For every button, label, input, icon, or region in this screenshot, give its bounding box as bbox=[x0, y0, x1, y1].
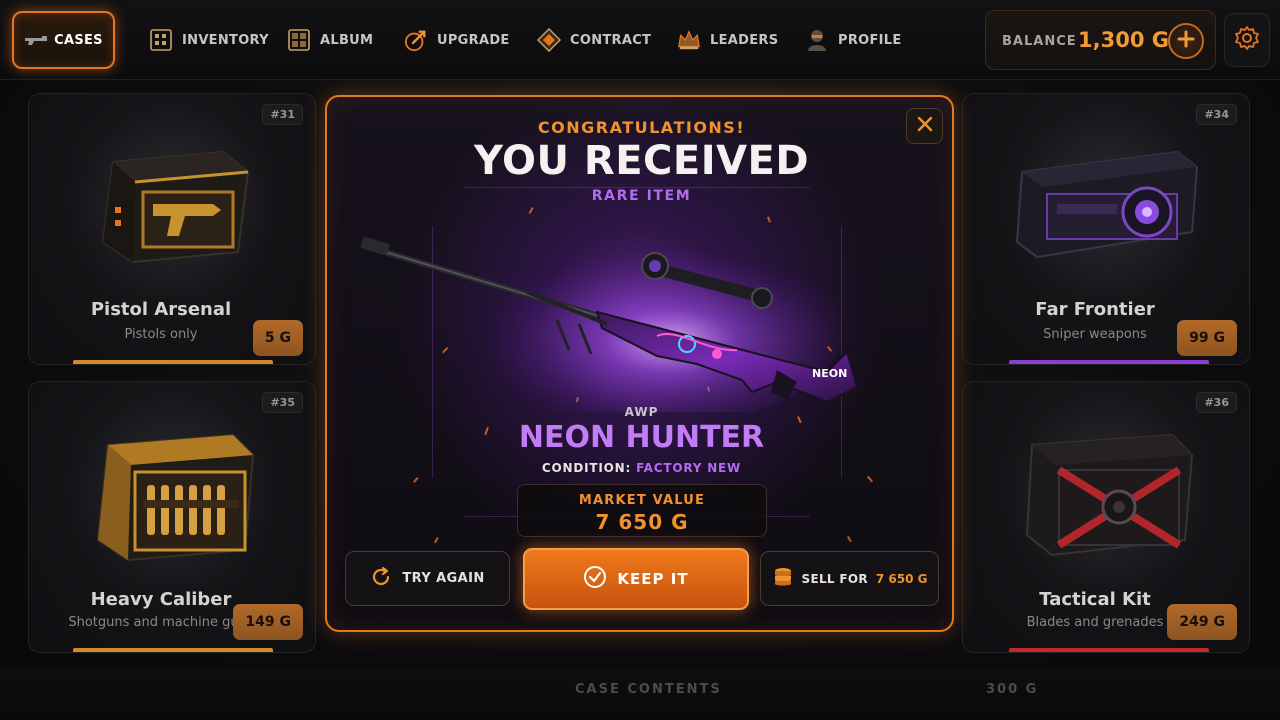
market-value-amount: 7 650 G bbox=[595, 510, 689, 534]
case-rarity-bar bbox=[1009, 360, 1209, 364]
nav-cases-label: CASES bbox=[54, 32, 103, 48]
sell-label: SELL FOR bbox=[801, 571, 868, 586]
case-rarity-bar bbox=[73, 360, 273, 364]
refresh-icon bbox=[370, 566, 392, 592]
rarity-label: RARE ITEM bbox=[591, 188, 692, 204]
album-icon bbox=[287, 28, 311, 52]
case-card-far-frontier[interactable]: #34 Far Frontier Sniper weapons 99 G bbox=[962, 93, 1250, 365]
weapon-type: AWP bbox=[624, 405, 659, 419]
check-circle-icon bbox=[583, 565, 607, 593]
sell-amount: 7 650 G bbox=[875, 571, 928, 586]
case-card-pistol-arsenal[interactable]: #31 Pistol Arsenal Pistols only 5 G bbox=[28, 93, 316, 365]
case-price[interactable]: 99 G bbox=[1177, 320, 1237, 356]
condition-value: FACTORY NEW bbox=[636, 461, 742, 475]
nav-leaders-label: LEADERS bbox=[710, 32, 779, 48]
condition-line: CONDITION: FACTORY NEW bbox=[327, 461, 952, 475]
inventory-icon bbox=[149, 28, 173, 52]
try-again-button[interactable]: TRY AGAIN bbox=[345, 551, 510, 606]
case-card-tactical-kit[interactable]: #36 Tactical Kit Blades and grenades 249… bbox=[962, 381, 1250, 653]
balance-amount: 1,300 G bbox=[1078, 28, 1169, 52]
condition-label: CONDITION: bbox=[541, 461, 632, 475]
case-name: Far Frontier bbox=[1035, 299, 1155, 320]
reward-modal: CONGRATULATIONS! YOU RECEIVED RARE ITEM bbox=[325, 95, 954, 632]
balance-panel: BALANCE 1,300 G bbox=[985, 10, 1216, 70]
case-card-heavy-caliber[interactable]: #35 Heavy Caliber Shotguns and machine g… bbox=[28, 381, 316, 653]
gear-icon bbox=[1234, 25, 1260, 55]
nav-inventory-label: INVENTORY bbox=[182, 32, 269, 48]
pistol-case-image bbox=[101, 150, 250, 264]
case-contents-price: 300 G bbox=[986, 682, 1039, 697]
upgrade-icon bbox=[404, 28, 428, 52]
case-price[interactable]: 5 G bbox=[252, 320, 303, 356]
far-frontier-case-image bbox=[1015, 150, 1199, 259]
case-rarity-bar bbox=[1009, 648, 1209, 652]
skin-tag-label: NEON bbox=[812, 367, 847, 380]
nav-tab-contract[interactable]: CONTRACT bbox=[537, 24, 651, 56]
nav-profile-label: PROFILE bbox=[838, 32, 902, 48]
case-price[interactable]: 149 G bbox=[233, 604, 303, 640]
add-funds-button[interactable] bbox=[1168, 23, 1204, 59]
nav-tab-cases[interactable]: CASES bbox=[12, 11, 115, 69]
nav-tab-album[interactable]: ALBUM bbox=[287, 24, 373, 56]
coins-icon bbox=[772, 566, 794, 592]
market-value-box: MARKET VALUE 7 650 G bbox=[517, 484, 767, 537]
top-nav-bar: CASES INVENTORY ALBUM UPGRADE CONTRACT L… bbox=[0, 0, 1280, 80]
sell-button[interactable]: SELL FOR 7 650 G bbox=[760, 551, 939, 606]
nav-tab-leaders[interactable]: LEADERS bbox=[677, 24, 778, 56]
case-contents-label: CASE CONTENTS bbox=[575, 682, 722, 697]
nav-upgrade-label: UPGRADE bbox=[437, 32, 510, 48]
try-again-label: TRY AGAIN bbox=[402, 571, 485, 586]
sniper-rifle-image: NEON bbox=[360, 236, 859, 412]
nav-album-label: ALBUM bbox=[320, 32, 374, 48]
balance-label: BALANCE bbox=[1002, 34, 1077, 49]
keep-it-label: KEEP IT bbox=[617, 570, 689, 588]
settings-button[interactable] bbox=[1224, 13, 1270, 67]
case-price[interactable]: 249 G bbox=[1167, 604, 1237, 640]
cases-icon bbox=[24, 28, 48, 52]
tactical-kit-case-image bbox=[1025, 433, 1194, 557]
congrats-heading: CONGRATULATIONS! bbox=[537, 118, 746, 137]
nav-tab-profile[interactable]: PROFILE bbox=[805, 24, 902, 56]
contract-icon bbox=[537, 28, 561, 52]
modal-title: YOU RECEIVED bbox=[473, 138, 810, 184]
plus-icon bbox=[1176, 29, 1196, 53]
profile-icon bbox=[805, 28, 829, 52]
keep-it-button[interactable]: KEEP IT bbox=[523, 548, 749, 610]
weapon-name: NEON HUNTER bbox=[518, 420, 765, 455]
case-rarity-bar bbox=[73, 648, 273, 652]
market-value-label: MARKET VALUE bbox=[578, 493, 706, 508]
leaders-icon bbox=[677, 28, 701, 52]
nav-tab-upgrade[interactable]: UPGRADE bbox=[404, 24, 510, 56]
heavy-caliber-case-image bbox=[96, 433, 255, 562]
nav-contract-label: CONTRACT bbox=[570, 32, 652, 48]
nav-tab-inventory[interactable]: INVENTORY bbox=[149, 24, 269, 56]
case-name: Pistol Arsenal bbox=[90, 299, 232, 320]
